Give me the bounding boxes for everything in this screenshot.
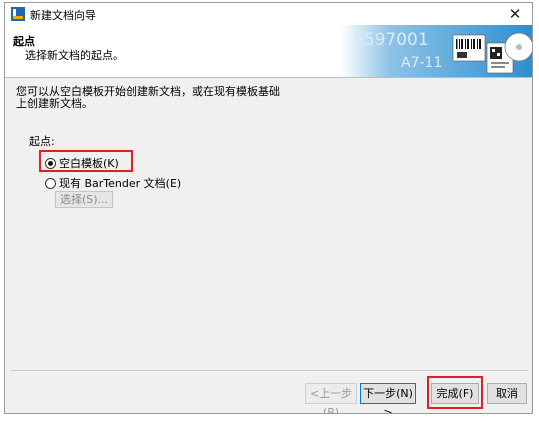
banner-number-1: S597001	[353, 30, 429, 50]
existing-document-option[interactable]: 现有 BarTender 文档(E)	[45, 175, 181, 191]
description-text: 您可以从空白模板开始创建新文档，或在现有模板基础上创建新文档。	[16, 85, 280, 110]
new-document-wizard-window: 新建文档向导 ✕ 起点 选择新文档的起点。 S597001 A7-11 您可以从…	[4, 2, 533, 414]
banner-number-2: A7-11	[401, 55, 442, 71]
close-button[interactable]: ✕	[506, 5, 524, 23]
label-banner-graphic: S597001 A7-11	[341, 25, 532, 77]
disc-graphic	[504, 32, 532, 62]
bartender-app-icon	[11, 7, 25, 21]
step-subtitle: 选择新文档的起点。	[25, 49, 124, 62]
back-button[interactable]: <上一步(B)	[305, 383, 357, 413]
radio-unselected-icon[interactable]	[45, 177, 56, 189]
close-icon: ✕	[508, 5, 522, 23]
barcode-label-graphic	[452, 34, 486, 62]
window-title: 新建文档向导	[30, 9, 96, 22]
cancel-button[interactable]: 取消	[487, 383, 527, 404]
finish-highlight-box	[427, 376, 483, 409]
existing-document-label: 现有 BarTender 文档(E)	[59, 177, 182, 190]
start-point-label: 起点:	[29, 135, 55, 148]
blank-template-highlight-box	[39, 150, 133, 172]
wizard-content: 您可以从空白模板开始创建新文档，或在现有模板基础上创建新文档。 起点: 空白模板…	[5, 78, 532, 372]
footer-separator	[11, 370, 528, 371]
title-bar: 新建文档向导 ✕	[5, 3, 532, 25]
wizard-header: 起点 选择新文档的起点。 S597001 A7-11	[5, 25, 532, 78]
next-button[interactable]: 下一步(N) >	[360, 383, 416, 413]
browse-button[interactable]: 选择(S)...	[55, 191, 113, 208]
